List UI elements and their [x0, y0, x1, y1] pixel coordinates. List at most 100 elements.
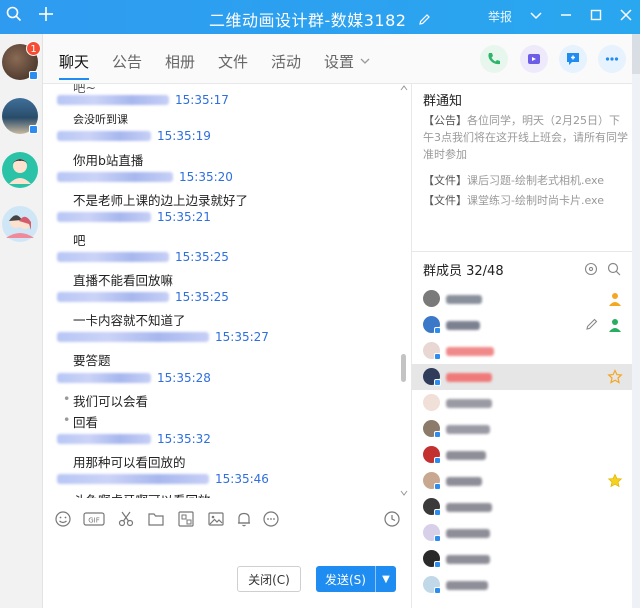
announcement-tag: 【公告】: [423, 114, 467, 127]
conversation-avatar-4[interactable]: [2, 206, 38, 242]
conversation-avatar-3[interactable]: [2, 152, 38, 188]
member-row[interactable]: [412, 494, 633, 520]
member-row[interactable]: [412, 546, 633, 572]
message-header: 15:35:25: [57, 289, 229, 305]
tab-settings[interactable]: 设置: [324, 51, 354, 72]
sender-name[interactable]: [57, 474, 209, 484]
member-row[interactable]: [412, 286, 633, 312]
window-edge: [632, 34, 640, 608]
chat-messages[interactable]: 吧~ 15:35:17 会没听到课 15:35:19 你用b站直播 15:35:…: [43, 84, 411, 498]
chat-plus-icon: [567, 53, 579, 65]
message-header: 15:35:20: [57, 169, 233, 185]
sender-name[interactable]: [57, 252, 169, 262]
settings-chevron-icon[interactable]: [360, 55, 370, 69]
member-name: [446, 373, 492, 382]
send-button[interactable]: 发送(S) ▼: [316, 566, 396, 592]
sender-name[interactable]: [57, 434, 151, 444]
video-call-button[interactable]: [520, 45, 548, 73]
tab-album[interactable]: 相册: [165, 51, 195, 72]
star-icon[interactable]: [607, 473, 623, 489]
plus-icon[interactable]: [38, 6, 54, 26]
sender-name[interactable]: [57, 95, 169, 105]
member-row[interactable]: [412, 390, 633, 416]
gif-icon[interactable]: GIF: [83, 510, 105, 528]
history-clock-icon[interactable]: [383, 510, 401, 528]
message-text: 一卡内容就不知道了: [73, 313, 186, 328]
send-options-chevron-icon[interactable]: ▼: [376, 574, 396, 585]
member-name: [446, 503, 492, 512]
image-icon[interactable]: [207, 510, 225, 528]
svg-text:GIF: GIF: [88, 517, 100, 525]
group-side-panel: 群通知 【公告】各位同学，明天（2月25日）下午3点我们将在这开线上班会，请所有…: [411, 84, 633, 608]
message-header: 15:35:32: [57, 431, 211, 447]
member-row[interactable]: [412, 520, 633, 546]
share-screen-button[interactable]: [559, 45, 587, 73]
edit-member-icon[interactable]: [585, 317, 601, 333]
member-row[interactable]: [412, 468, 633, 494]
screenshot-gallery-icon[interactable]: [177, 510, 195, 528]
member-name: [446, 321, 480, 330]
message-header: 15:35:28: [57, 370, 211, 386]
bell-icon[interactable]: [235, 510, 253, 528]
message-text: 不是老师上课的边上边录就好了: [73, 193, 249, 208]
chevron-down-icon[interactable]: [530, 9, 542, 25]
message-header: 15:35:27: [57, 329, 269, 345]
more-button[interactable]: [598, 45, 626, 73]
member-search-icon[interactable]: [607, 262, 621, 279]
sender-name[interactable]: [57, 332, 209, 342]
group-notice: 群通知 【公告】各位同学，明天（2月25日）下午3点我们将在这开线上班会，请所有…: [412, 84, 633, 252]
member-row[interactable]: [412, 312, 633, 338]
folder-icon[interactable]: [147, 510, 165, 528]
member-name: [446, 451, 486, 460]
member-row[interactable]: [412, 442, 633, 468]
member-name: [446, 581, 488, 590]
message-text: 斗鱼啊虎牙啊可以看回放: [73, 490, 211, 498]
member-row[interactable]: [412, 338, 633, 364]
star-icon[interactable]: [607, 369, 623, 385]
message-header: 15:35:21: [57, 209, 211, 225]
scissors-icon[interactable]: [117, 510, 135, 528]
notice-file-item[interactable]: 【文件】课后习题-绘制老式相机.exe: [423, 172, 604, 188]
notice-title: 群通知: [423, 94, 463, 109]
scroll-thumb[interactable]: [401, 354, 406, 382]
conversation-avatar-2[interactable]: [2, 98, 38, 134]
owner-icon: [607, 291, 623, 307]
tab-chat[interactable]: 聊天: [59, 51, 90, 80]
message-text: 直播不能看回放嘛: [73, 273, 174, 288]
report-link[interactable]: 举报: [488, 8, 512, 25]
sender-name[interactable]: [57, 373, 151, 383]
member-name: [446, 529, 490, 538]
conversation-avatar-1[interactable]: 1: [2, 41, 41, 80]
voice-call-button[interactable]: [480, 45, 508, 73]
member-avatar: [423, 394, 440, 411]
member-row-selected[interactable]: [412, 364, 633, 390]
close-icon[interactable]: [620, 8, 632, 25]
tab-files[interactable]: 文件: [218, 51, 248, 72]
search-icon[interactable]: [6, 6, 22, 26]
message-text: 回看: [63, 412, 98, 431]
member-row[interactable]: [412, 572, 633, 598]
tab-activity[interactable]: 活动: [271, 51, 301, 72]
sender-name[interactable]: [57, 131, 151, 141]
member-row[interactable]: [412, 416, 633, 442]
maximize-icon[interactable]: [590, 9, 602, 25]
file-name: 课堂练习-绘制时尚卡片.exe: [467, 194, 604, 207]
message-input-area[interactable]: 关闭(C) 发送(S) ▼: [43, 538, 411, 608]
sender-name[interactable]: [57, 172, 173, 182]
minimize-icon[interactable]: [560, 9, 572, 25]
edit-title-icon[interactable]: [418, 11, 431, 30]
announcement[interactable]: 【公告】各位同学，明天（2月25日）下午3点我们将在这开线上班会，请所有同学准时…: [423, 112, 628, 163]
sender-name[interactable]: [57, 292, 169, 302]
video-icon: [528, 54, 540, 64]
more-tools-icon[interactable]: [262, 510, 280, 528]
member-settings-icon[interactable]: [584, 262, 598, 279]
sender-name[interactable]: [57, 212, 151, 222]
notice-file-item[interactable]: 【文件】课堂练习-绘制时尚卡片.exe: [423, 192, 604, 208]
close-button[interactable]: 关闭(C): [237, 566, 301, 592]
message-header: 15:35:19: [57, 128, 211, 144]
send-label: 发送(S): [325, 572, 366, 587]
chat-scrollbar[interactable]: [399, 84, 409, 498]
member-name: [446, 347, 494, 356]
tab-announcement[interactable]: 公告: [112, 51, 142, 72]
emoji-icon[interactable]: [54, 510, 72, 528]
